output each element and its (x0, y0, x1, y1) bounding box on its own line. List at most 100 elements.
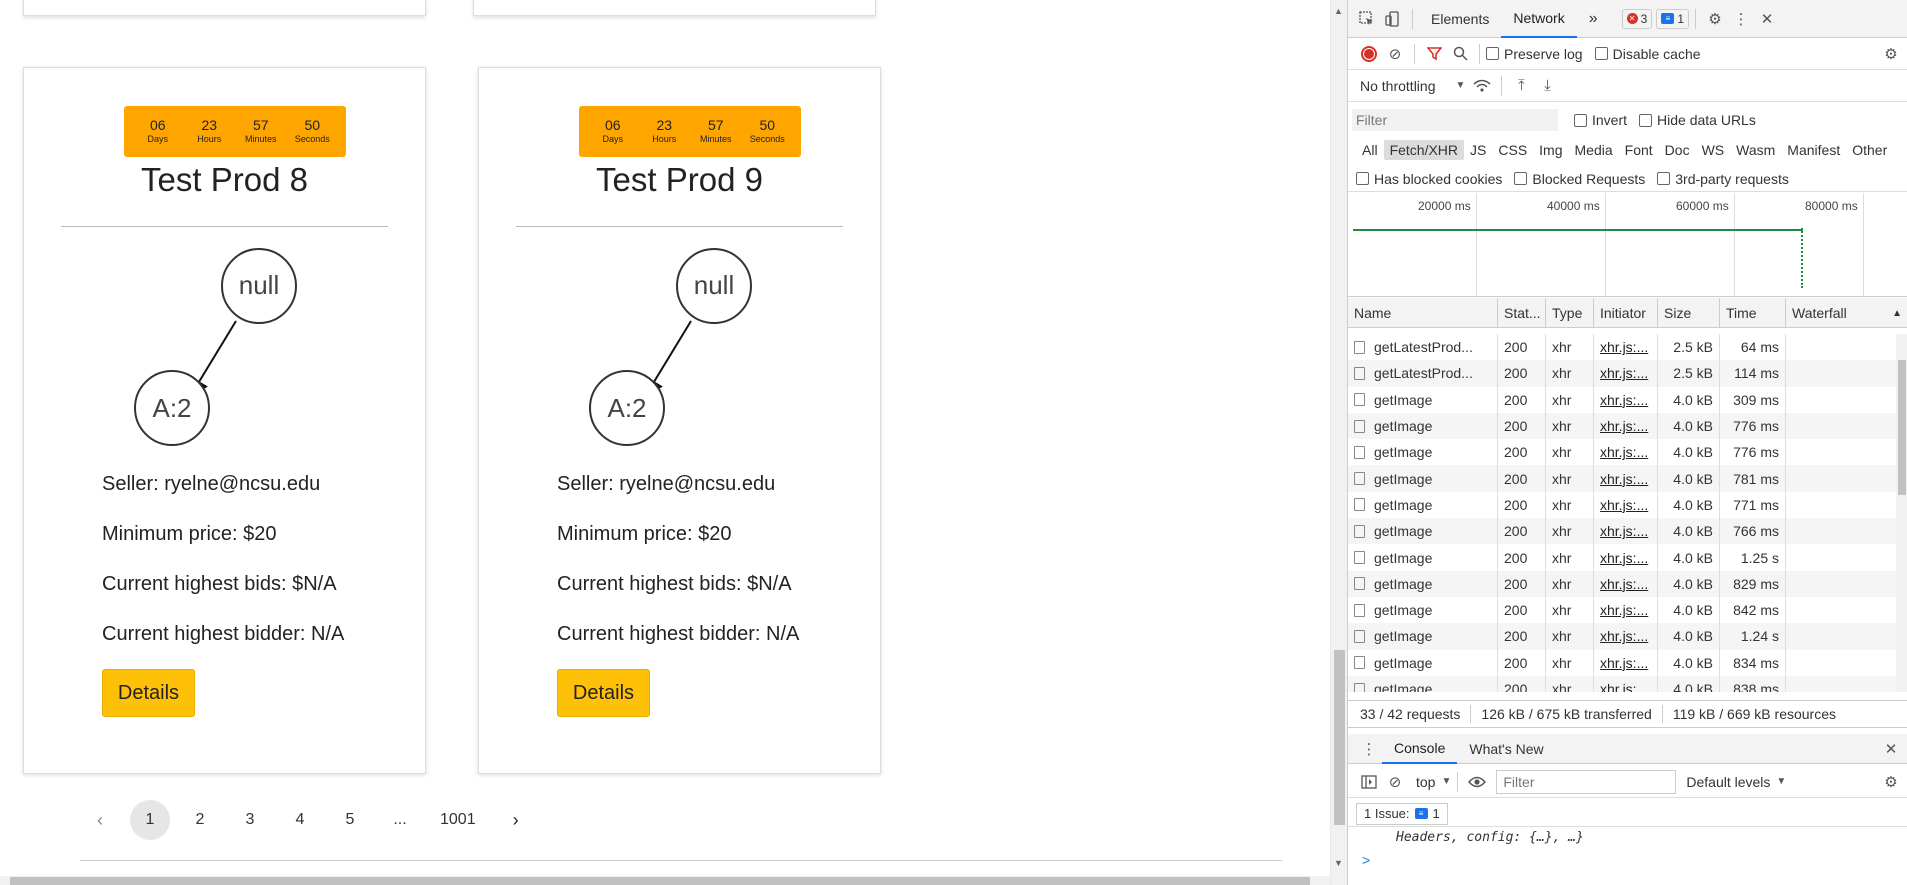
tab-network[interactable]: Network (1501, 0, 1577, 38)
download-icon[interactable]: ⤓ (1534, 73, 1560, 99)
page-button-3[interactable]: 3 (230, 800, 270, 840)
request-initiator[interactable]: xhr.js:... (1594, 386, 1658, 413)
invert-checkbox[interactable]: Invert (1574, 112, 1627, 128)
dropdown-arrow-icon[interactable]: ▼ (1776, 776, 1786, 787)
checkbox[interactable] (1514, 172, 1528, 185)
request-name[interactable]: getImage (1348, 439, 1498, 466)
details-button[interactable]: Details (557, 669, 650, 717)
request-initiator[interactable]: xhr.js:... (1594, 334, 1658, 361)
horizontal-scrollbar[interactable] (0, 876, 1330, 885)
hide-data-urls-checkbox[interactable]: Hide data URLs (1639, 112, 1756, 128)
requests-scrollbar[interactable] (1896, 334, 1907, 692)
request-initiator[interactable]: xhr.js:... (1594, 675, 1658, 692)
record-icon[interactable] (1356, 41, 1382, 67)
type-filter-font[interactable]: Font (1619, 140, 1659, 160)
column-header-name[interactable]: Name (1348, 298, 1498, 328)
tab-console[interactable]: Console (1382, 734, 1458, 764)
tab-elements[interactable]: Elements (1419, 0, 1501, 38)
page-button-2[interactable]: 2 (180, 800, 220, 840)
column-header-type[interactable]: Type (1546, 298, 1594, 328)
checkbox[interactable] (1486, 47, 1499, 60)
request-initiator[interactable]: xhr.js:... (1594, 465, 1658, 492)
drawer-menu-icon[interactable]: ⋮ (1356, 736, 1382, 762)
column-header-status[interactable]: Stat... (1498, 298, 1546, 328)
errors-badge[interactable]: ✕ 3 (1621, 8, 1653, 29)
network-filter-input[interactable]: Filter (1352, 109, 1558, 131)
more-tabs-icon[interactable]: » (1577, 0, 1610, 38)
console-sidebar-icon[interactable] (1356, 769, 1382, 795)
request-name[interactable]: getImage (1348, 596, 1498, 624)
context-select[interactable]: top (1416, 774, 1435, 790)
type-filter-manifest[interactable]: Manifest (1781, 140, 1846, 160)
request-initiator[interactable]: xhr.js:... (1594, 491, 1658, 519)
page-vertical-scrollbar[interactable]: ▲ ▼ (1330, 0, 1347, 885)
request-name[interactable]: getImage (1348, 412, 1498, 440)
close-drawer-icon[interactable]: ✕ (1878, 736, 1904, 762)
request-name[interactable]: getLatestProd... (1348, 334, 1498, 361)
console-settings-gear-icon[interactable]: ⚙ (1878, 769, 1904, 795)
third-party-requests-checkbox[interactable]: 3rd-party requests (1657, 171, 1789, 187)
next-page-button[interactable]: › (496, 800, 536, 840)
request-name[interactable]: getImage (1348, 386, 1498, 413)
page-button-4[interactable]: 4 (280, 800, 320, 840)
sort-ascending-icon[interactable]: ▲ (1892, 308, 1902, 319)
column-header-size[interactable]: Size (1658, 298, 1720, 328)
tab-whats-new[interactable]: What's New (1457, 734, 1555, 764)
details-button[interactable]: Details (102, 669, 195, 717)
scroll-up-icon[interactable]: ▲ (1334, 6, 1343, 16)
request-initiator[interactable]: xhr.js:... (1594, 623, 1658, 650)
request-row[interactable]: getImage 200 xhr xhr.js:... 4.0 kB 766 ms (1348, 518, 1896, 545)
messages-badge[interactable]: ≡ 1 (1656, 8, 1689, 29)
request-row[interactable]: getImage 200 xhr xhr.js:... 4.0 kB 834 ms (1348, 649, 1896, 676)
page-button-last[interactable]: 1001 (430, 800, 486, 840)
preserve-log-checkbox[interactable]: Preserve log (1486, 46, 1583, 62)
filter-funnel-icon[interactable] (1421, 41, 1447, 67)
request-row[interactable]: getImage 200 xhr xhr.js:... 4.0 kB 771 ms (1348, 491, 1896, 519)
type-filter-img[interactable]: Img (1533, 140, 1568, 160)
close-devtools-icon[interactable]: ✕ (1754, 6, 1780, 32)
request-row[interactable]: getImage 200 xhr xhr.js:... 4.0 kB 309 ms (1348, 386, 1896, 413)
request-row[interactable]: getImage 200 xhr xhr.js:... 4.0 kB 829 ms (1348, 570, 1896, 597)
prev-page-button[interactable]: ‹ (80, 800, 120, 840)
column-header-initiator[interactable]: Initiator (1594, 298, 1658, 328)
scroll-down-icon[interactable]: ▼ (1334, 858, 1343, 868)
request-row[interactable]: getLatestProd... 200 xhr xhr.js:... 2.5 kB 64… (1348, 334, 1896, 361)
has-blocked-cookies-checkbox[interactable]: Has blocked cookies (1356, 171, 1502, 187)
issues-button[interactable]: 1 Issue: ≡ 1 (1356, 802, 1448, 825)
dropdown-arrow-icon[interactable]: ▼ (1441, 776, 1451, 787)
request-name[interactable]: getImage (1348, 570, 1498, 597)
request-row[interactable]: getImage 200 xhr xhr.js:... 4.0 kB 842 ms (1348, 596, 1896, 624)
request-initiator[interactable]: xhr.js:... (1594, 518, 1658, 545)
request-name[interactable]: getLatestProd... (1348, 360, 1498, 387)
live-expression-eye-icon[interactable] (1464, 769, 1490, 795)
request-initiator[interactable]: xhr.js:... (1594, 412, 1658, 440)
network-settings-gear-icon[interactable]: ⚙ (1878, 41, 1904, 67)
type-filter-js[interactable]: JS (1464, 140, 1492, 160)
request-initiator[interactable]: xhr.js:... (1594, 649, 1658, 676)
throttling-select[interactable]: No throttling (1360, 78, 1435, 94)
request-initiator[interactable]: xhr.js:... (1594, 596, 1658, 624)
settings-gear-icon[interactable]: ⚙ (1702, 6, 1728, 32)
dropdown-arrow-icon[interactable]: ▼ (1455, 80, 1465, 91)
log-levels-select[interactable]: Default levels (1686, 774, 1770, 790)
request-name[interactable]: getImage (1348, 465, 1498, 492)
type-filter-media[interactable]: Media (1569, 140, 1619, 160)
console-filter-input[interactable]: Filter (1496, 769, 1677, 794)
request-name[interactable]: getImage (1348, 518, 1498, 545)
type-filter-css[interactable]: CSS (1492, 140, 1533, 160)
request-initiator[interactable]: xhr.js:... (1594, 439, 1658, 466)
inspect-element-icon[interactable] (1354, 6, 1380, 32)
request-name[interactable]: getImage (1348, 623, 1498, 650)
scrollbar-thumb[interactable] (1898, 360, 1906, 495)
page-button-5[interactable]: 5 (330, 800, 370, 840)
request-initiator[interactable]: xhr.js:... (1594, 570, 1658, 597)
scrollbar-thumb[interactable] (1334, 650, 1345, 825)
disable-cache-checkbox[interactable]: Disable cache (1594, 46, 1701, 62)
clear-icon[interactable]: ⊘ (1382, 41, 1408, 67)
blocked-requests-checkbox[interactable]: Blocked Requests (1514, 171, 1645, 187)
request-row[interactable]: getImage 200 xhr xhr.js:... 4.0 kB 781 ms (1348, 465, 1896, 492)
clear-console-icon[interactable]: ⊘ (1382, 769, 1408, 795)
column-header-time[interactable]: Time (1720, 298, 1786, 328)
request-row[interactable]: getImage 200 xhr xhr.js:... 4.0 kB 776 ms (1348, 439, 1896, 466)
request-row[interactable]: getImage 200 xhr xhr.js:... 4.0 kB 776 ms (1348, 412, 1896, 440)
